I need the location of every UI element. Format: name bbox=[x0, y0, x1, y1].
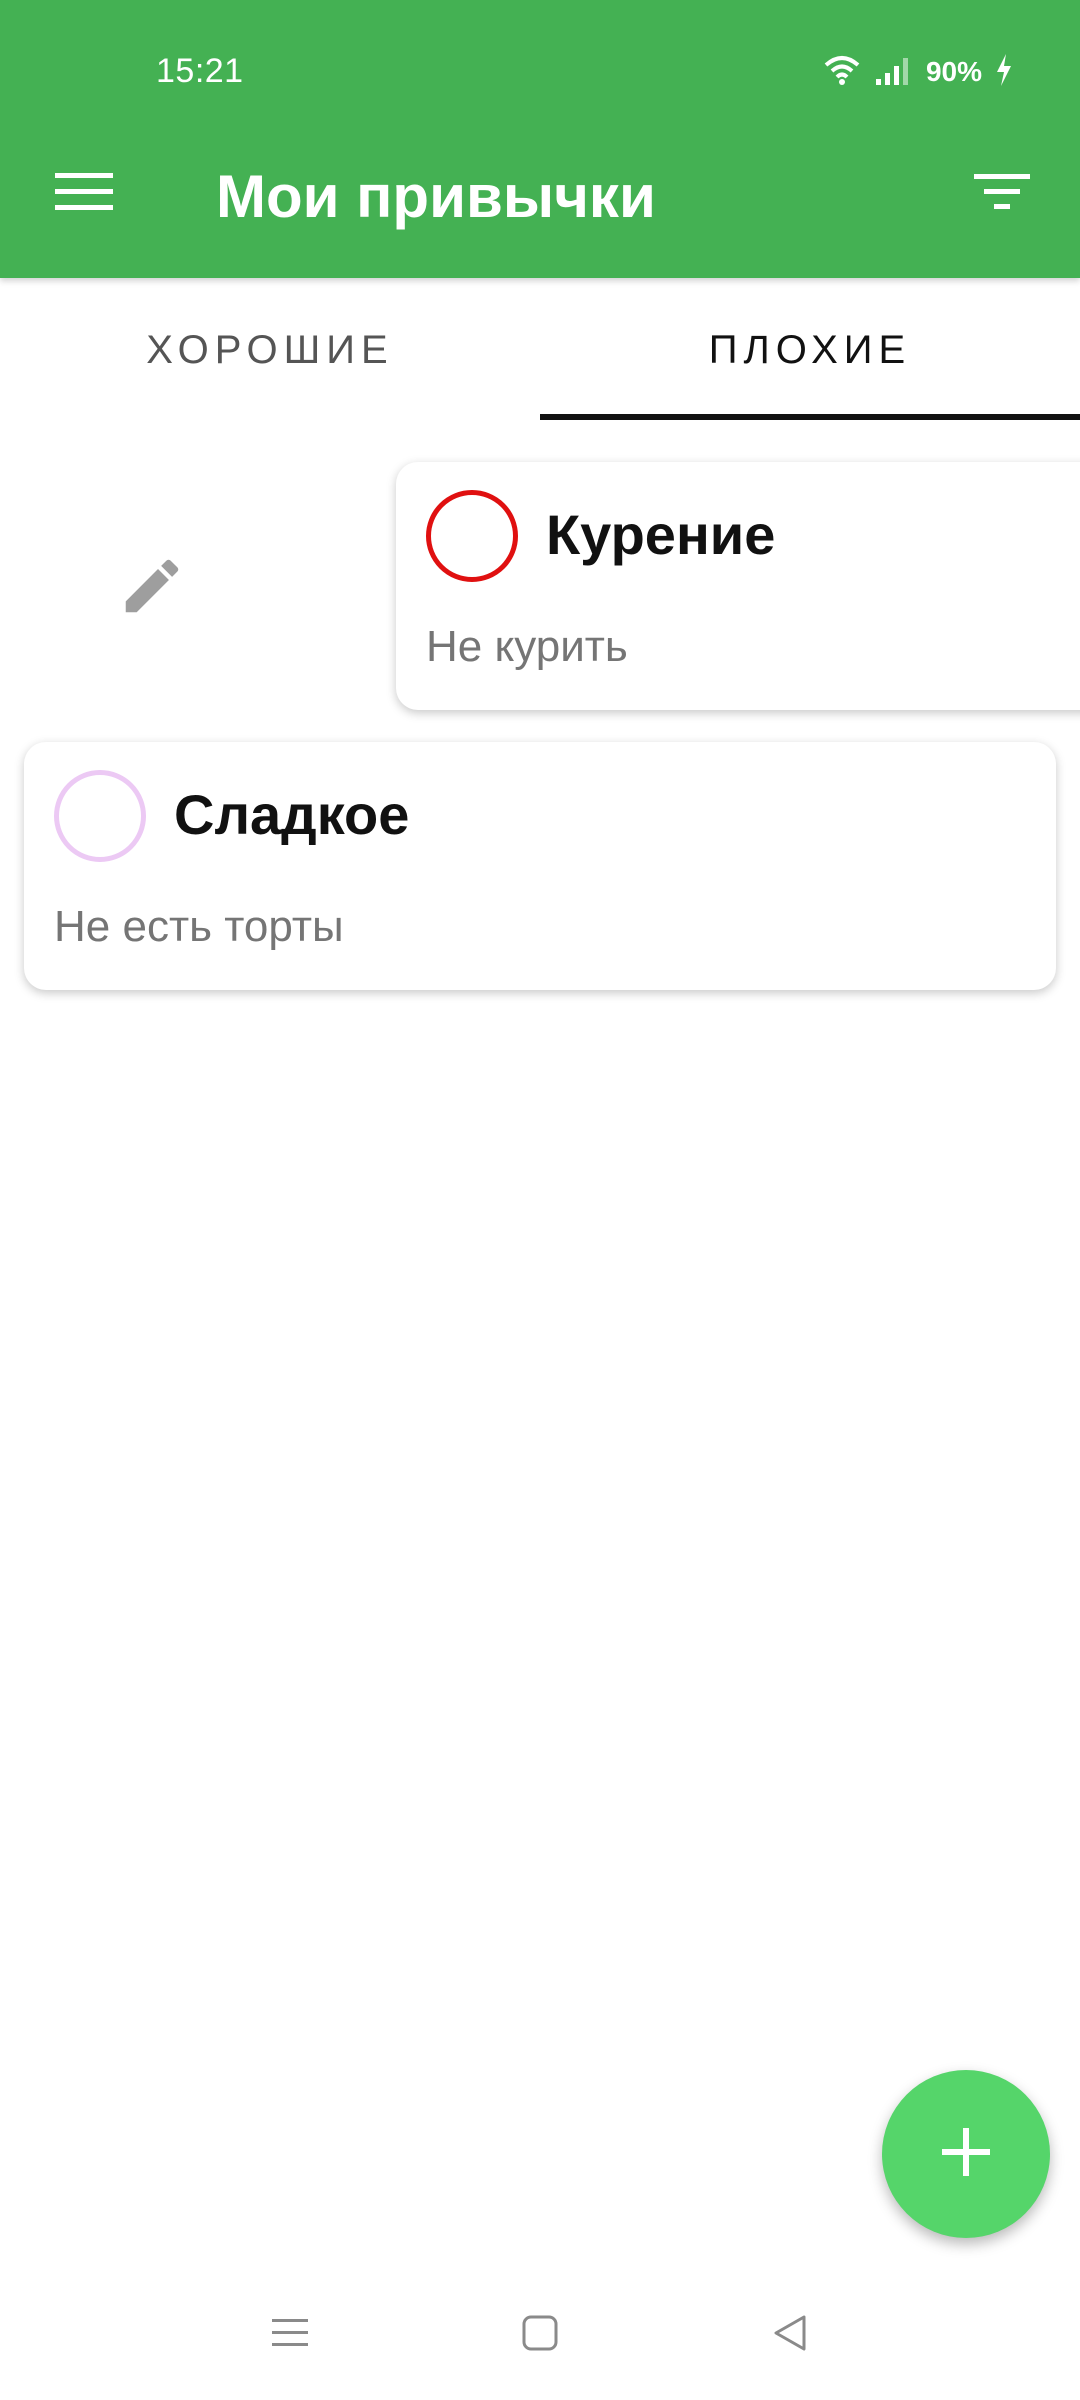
tab-bar: ХОРОШИЕ ПЛОХИЕ bbox=[0, 278, 1080, 422]
menu-icon bbox=[55, 171, 113, 218]
habit-status-circle[interactable] bbox=[54, 770, 146, 862]
recent-apps-button[interactable] bbox=[250, 2295, 330, 2375]
habit-description: Не курить bbox=[426, 622, 628, 671]
tab-good[interactable]: ХОРОШИЕ bbox=[0, 278, 540, 422]
status-icons: 90% bbox=[822, 52, 1014, 92]
back-button[interactable] bbox=[750, 2295, 830, 2375]
system-nav-bar bbox=[0, 2270, 1080, 2400]
signal-icon bbox=[874, 53, 914, 92]
habit-title: Курение bbox=[546, 503, 776, 566]
tab-good-label: ХОРОШИЕ bbox=[146, 327, 394, 372]
habit-status-circle[interactable] bbox=[426, 490, 518, 582]
add-habit-button[interactable] bbox=[882, 2070, 1050, 2238]
battery-level: 90% bbox=[925, 56, 982, 87]
status-time: 15:21 bbox=[156, 52, 244, 90]
habit-card[interactable]: Сладкое Не есть торты bbox=[24, 742, 1056, 990]
tab-indicator bbox=[540, 414, 1080, 420]
menu-button[interactable] bbox=[40, 162, 128, 226]
plus-icon bbox=[938, 2124, 994, 2185]
home-icon bbox=[520, 2313, 560, 2358]
app-bar: 15:21 90% Мои привычки bbox=[0, 0, 1080, 278]
charging-icon bbox=[994, 53, 1014, 92]
edit-icon bbox=[117, 551, 187, 626]
habit-card[interactable]: Курение Не курить bbox=[396, 462, 1080, 710]
screen: 15:21 90% Мои привычки ХОРОШИЕ ПЛОХИЕ Ку… bbox=[0, 0, 1080, 2400]
page-title: Мои привычки bbox=[216, 163, 656, 230]
back-icon bbox=[770, 2313, 810, 2358]
home-button[interactable] bbox=[500, 2295, 580, 2375]
edit-button[interactable] bbox=[104, 540, 200, 636]
tab-bad[interactable]: ПЛОХИЕ bbox=[540, 278, 1080, 422]
filter-icon bbox=[974, 171, 1030, 218]
recent-apps-icon bbox=[270, 2313, 310, 2358]
filter-button[interactable] bbox=[958, 162, 1046, 226]
habit-description: Не есть торты bbox=[54, 902, 344, 951]
tab-bad-label: ПЛОХИЕ bbox=[708, 327, 912, 372]
wifi-icon bbox=[822, 53, 862, 92]
habit-title: Сладкое bbox=[174, 783, 410, 846]
